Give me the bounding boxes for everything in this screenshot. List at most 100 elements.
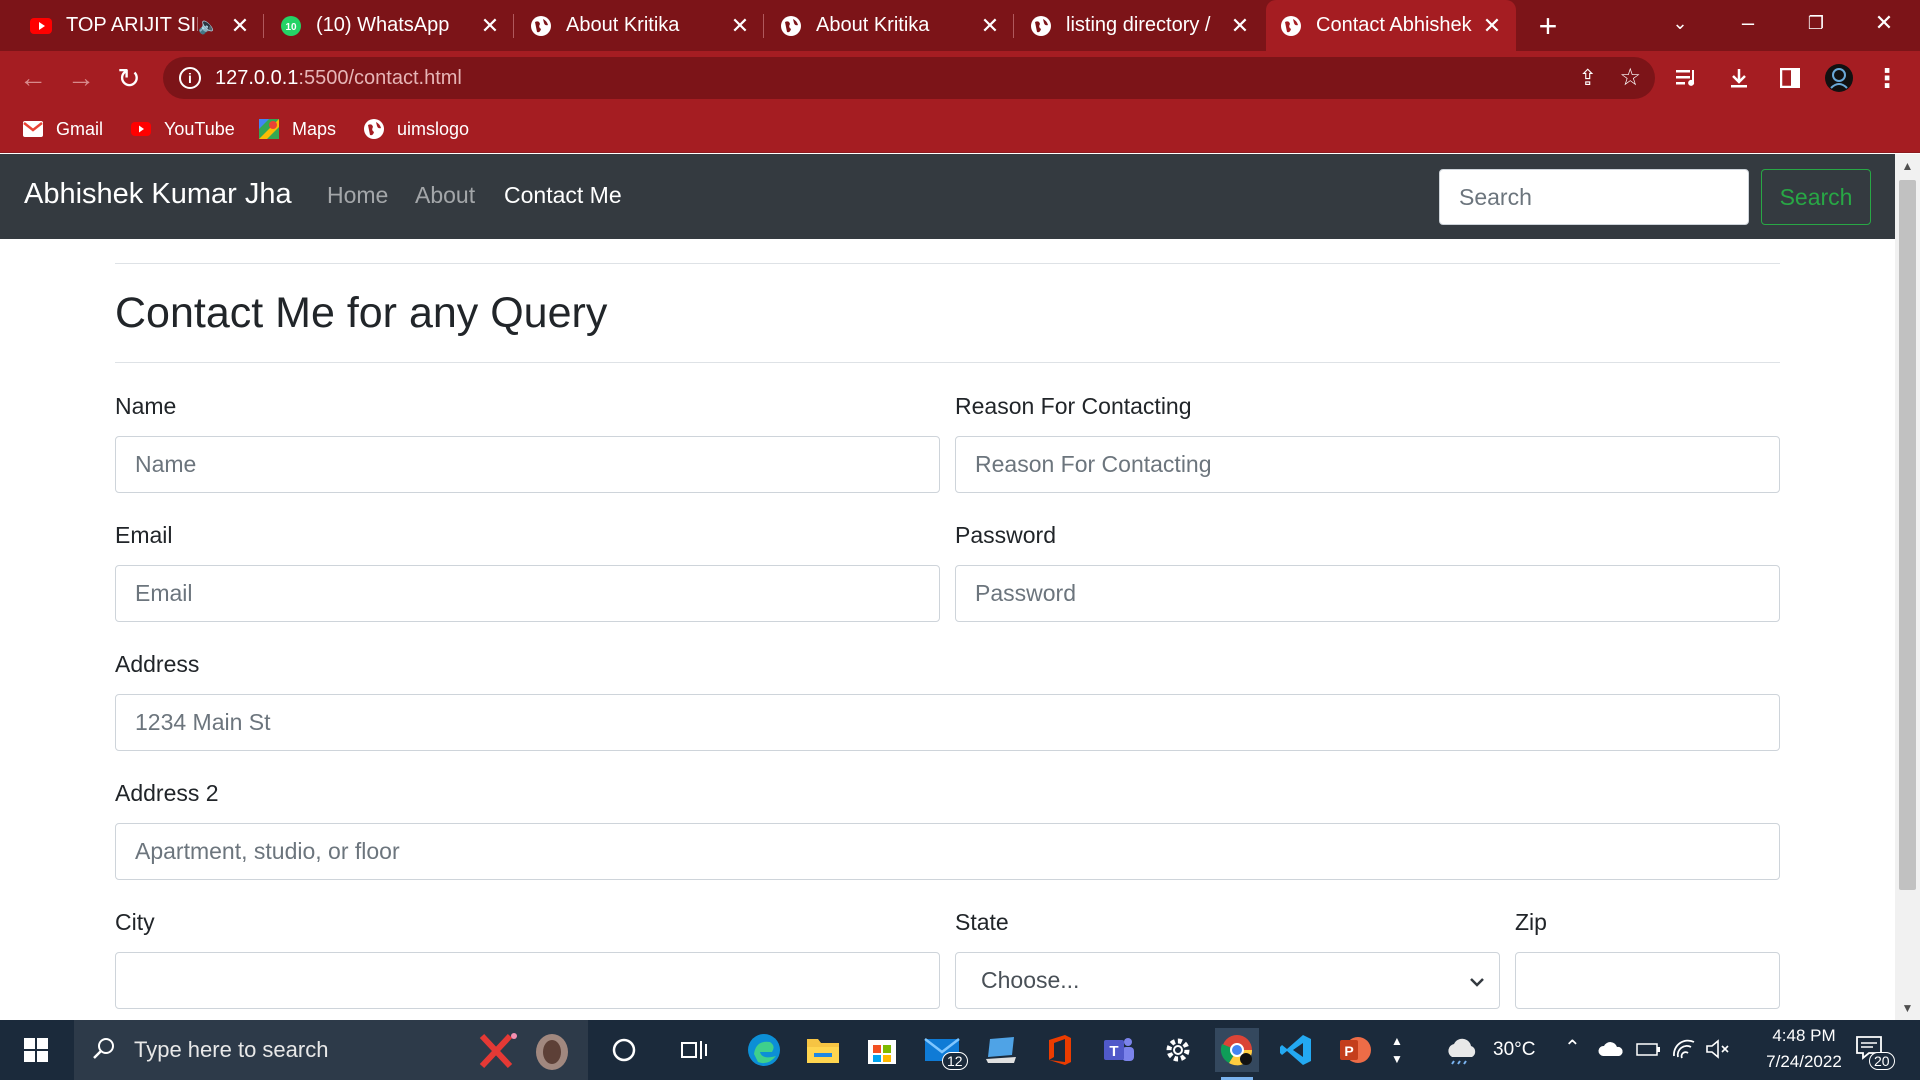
tray-chevron-up-icon[interactable]: ⌃ — [1564, 1035, 1581, 1060]
search-icon — [92, 1036, 116, 1065]
tab-youtube[interactable]: TOP ARIJIT SIN 🔈 ✕ — [16, 0, 264, 51]
tab-contact-abhishek[interactable]: Contact Abhishek ✕ — [1266, 0, 1516, 51]
search-highlight-icon — [472, 1028, 582, 1077]
speaker-icon[interactable]: 🔈 — [198, 16, 218, 36]
close-icon[interactable]: ✕ — [728, 13, 752, 39]
globe-icon — [530, 15, 552, 37]
bookmark-gmail[interactable]: Gmail — [22, 105, 103, 153]
clock-time[interactable]: 4:48 PM — [1754, 1026, 1854, 1046]
search-input[interactable] — [1439, 169, 1749, 225]
tab-search-chevron-icon[interactable]: ⌄ — [1650, 0, 1710, 46]
search-button[interactable]: Search — [1761, 169, 1871, 225]
address-label: Address — [115, 651, 200, 677]
tab-badge: 10 — [285, 22, 297, 33]
url-path: :5500/contact.html — [298, 66, 462, 89]
close-icon[interactable]: ✕ — [228, 13, 252, 39]
tab-whatsapp[interactable]: 10 (10) WhatsApp ✕ — [266, 0, 514, 51]
address2-field[interactable] — [115, 823, 1780, 880]
temperature-text: 30°C — [1493, 1039, 1536, 1060]
youtube-icon — [30, 15, 52, 37]
close-icon[interactable]: ✕ — [1228, 13, 1252, 39]
close-window-button[interactable]: ✕ — [1854, 0, 1914, 46]
restore-button[interactable]: ❐ — [1786, 0, 1846, 46]
office-icon[interactable] — [1038, 1028, 1082, 1072]
task-view-icon[interactable] — [672, 1028, 716, 1072]
bookmark-star-icon[interactable]: ☆ — [1619, 63, 1641, 92]
url-host: 127.0.0.1 — [215, 66, 299, 89]
wifi-icon[interactable] — [1671, 1038, 1697, 1065]
address-field[interactable] — [115, 694, 1780, 751]
bookmark-label: uimslogo — [397, 118, 470, 139]
share-icon[interactable]: ⇪ — [1579, 65, 1597, 91]
mail-badge: 12 — [942, 1052, 968, 1070]
svg-text:P: P — [1344, 1043, 1353, 1059]
state-select[interactable]: Choose... — [955, 952, 1500, 1009]
nav-link-home[interactable]: Home — [327, 182, 388, 209]
battery-icon[interactable] — [1636, 1040, 1662, 1063]
site-info-icon[interactable]: i — [179, 67, 201, 89]
back-button[interactable]: ← — [14, 59, 52, 97]
onedrive-icon[interactable] — [1598, 1040, 1624, 1063]
clock-date[interactable]: 7/24/2022 — [1746, 1052, 1862, 1072]
name-field[interactable] — [115, 436, 940, 493]
microsoft-store-icon[interactable] — [860, 1028, 904, 1072]
weather-icon[interactable] — [1440, 1028, 1484, 1072]
tab-about-kritika-2[interactable]: About Kritika ✕ — [766, 0, 1014, 51]
globe-icon — [1280, 15, 1302, 37]
close-icon[interactable]: ✕ — [478, 13, 502, 39]
taskbar-search-box[interactable]: Type here to search — [74, 1020, 588, 1080]
taskbar-scroll-icon[interactable]: ▲ ▼ — [1378, 1028, 1416, 1072]
svg-text:T: T — [1109, 1043, 1118, 1060]
settings-gear-icon[interactable] — [1156, 1028, 1200, 1072]
city-field[interactable] — [115, 952, 940, 1009]
bookmark-uimslogo[interactable]: uimslogo — [363, 105, 469, 153]
site-navbar: Abhishek Kumar Jha Home About Contact Me… — [0, 154, 1895, 239]
tab-about-kritika-1[interactable]: About Kritika ✕ — [516, 0, 764, 51]
laptop-app-icon[interactable] — [979, 1028, 1023, 1072]
chrome-icon[interactable] — [1215, 1028, 1259, 1080]
tab-label: (10) WhatsApp — [316, 14, 450, 36]
address-bar[interactable]: i 127.0.0.1:5500/contact.html ⇪ ☆ — [163, 57, 1655, 99]
email-field[interactable] — [115, 565, 940, 622]
scroll-up-arrow-icon[interactable]: ▲ — [1895, 156, 1920, 176]
scroll-down-arrow-icon[interactable]: ▼ — [1895, 998, 1920, 1018]
cortana-icon[interactable] — [602, 1028, 646, 1072]
file-explorer-icon[interactable] — [801, 1028, 845, 1072]
forward-button[interactable]: → — [62, 59, 100, 97]
mail-icon[interactable]: 12 — [920, 1028, 968, 1072]
vscode-icon[interactable] — [1274, 1028, 1318, 1072]
menu-kebab-icon[interactable]: ⋮ — [1870, 61, 1904, 95]
address2-label: Address 2 — [115, 780, 219, 806]
password-field[interactable] — [955, 565, 1780, 622]
media-control-icon[interactable] — [1671, 61, 1705, 95]
teams-icon[interactable]: T — [1097, 1028, 1141, 1072]
name-label: Name — [115, 393, 177, 419]
zip-field[interactable] — [1515, 952, 1780, 1009]
new-tab-button[interactable]: + — [1530, 8, 1566, 44]
side-panel-icon[interactable] — [1773, 61, 1807, 95]
start-button[interactable] — [0, 1020, 72, 1080]
download-icon[interactable] — [1722, 61, 1756, 95]
minimize-button[interactable]: – — [1718, 0, 1778, 46]
powerpoint-icon[interactable]: P — [1333, 1028, 1377, 1072]
edge-icon[interactable] — [742, 1028, 786, 1072]
reason-field[interactable] — [955, 436, 1780, 493]
scrollbar-thumb[interactable] — [1899, 180, 1916, 890]
bookmark-label: YouTube — [164, 118, 235, 139]
bookmarks-bar: Gmail YouTube Maps uimslogo — [0, 105, 1920, 153]
bookmark-youtube[interactable]: YouTube — [130, 105, 235, 153]
close-icon[interactable]: ✕ — [978, 13, 1002, 39]
windows-logo-icon — [24, 1038, 48, 1062]
state-selected-value: Choose... — [981, 967, 1080, 993]
notification-count-badge: 20 — [1869, 1052, 1895, 1070]
close-icon[interactable]: ✕ — [1480, 13, 1504, 39]
nav-link-contact[interactable]: Contact Me — [504, 182, 622, 209]
profile-avatar[interactable] — [1822, 61, 1856, 95]
site-brand[interactable]: Abhishek Kumar Jha — [24, 178, 292, 211]
tab-listing-directory[interactable]: listing directory / ✕ — [1016, 0, 1264, 51]
reload-button[interactable]: ↻ — [110, 59, 148, 97]
bookmark-maps[interactable]: Maps — [258, 105, 336, 153]
nav-link-about[interactable]: About — [415, 182, 475, 209]
globe-icon — [363, 118, 385, 140]
volume-muted-icon[interactable] — [1705, 1038, 1731, 1065]
